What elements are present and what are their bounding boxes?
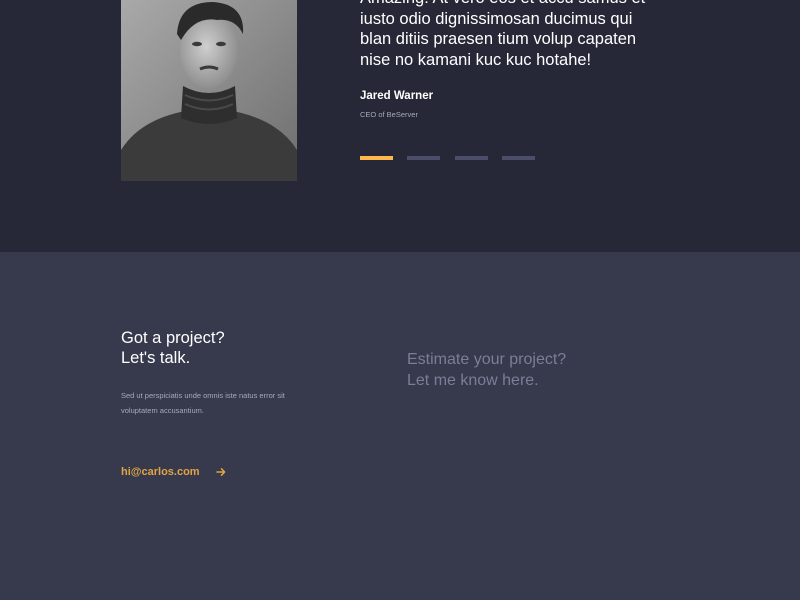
slider-dot[interactable] <box>502 156 535 160</box>
arrow-right-icon[interactable] <box>216 467 226 477</box>
testimonial-author-name: Jared Warner <box>360 90 434 102</box>
testimonial-author-role: CEO of BeServer <box>360 110 418 119</box>
quote-line: blan ditiis praesen tium volup capaten <box>360 30 637 48</box>
slider-dot[interactable] <box>360 156 393 160</box>
testimonial-quote: Amazing! At vero eos et accu samus et iu… <box>360 0 690 70</box>
slider-dot[interactable] <box>407 156 440 160</box>
quote-line: nise no kamani kuc kuc hotahe! <box>360 50 592 69</box>
estimate-title: Estimate your project? Let me know here. <box>407 350 566 391</box>
email-link[interactable]: hi@carlos.com <box>121 465 200 479</box>
quote-line: Amazing! At vero eos et accu samus et <box>360 0 690 9</box>
testimonial-author-photo <box>121 0 297 181</box>
contact-description: Sed ut perspiciatis unde omnis iste natu… <box>121 391 285 415</box>
slider-dot[interactable] <box>455 156 488 160</box>
estimate-title-line: Let me know here. <box>407 371 539 389</box>
contact-title-line: Let's talk. <box>121 349 191 367</box>
contact-title: Got a project? Let's talk. <box>121 328 225 368</box>
quote-line: iusto odio dignissimosan ducimus qui <box>360 9 633 28</box>
estimate-title-line: Estimate your project? <box>407 351 567 368</box>
contact-title-line: Got a project? <box>121 329 225 347</box>
testimonial-section: Amazing! At vero eos et accu samus et iu… <box>0 0 800 252</box>
